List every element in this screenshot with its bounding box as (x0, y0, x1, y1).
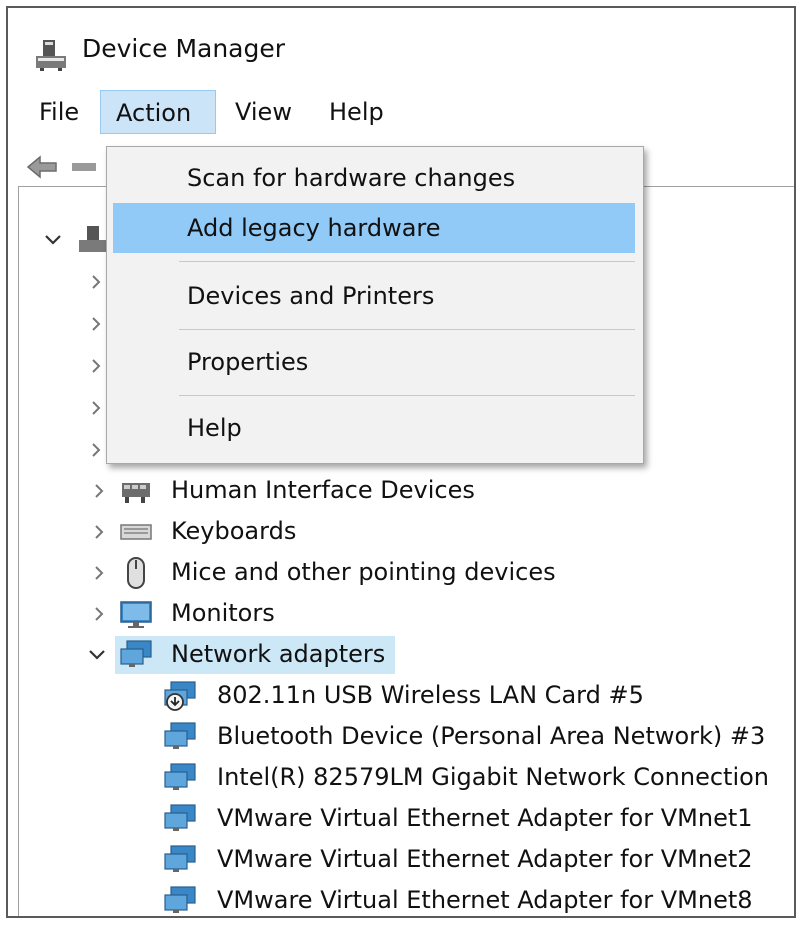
menu-bar: File Action View Help (8, 90, 794, 136)
window-title: Device Manager (82, 34, 286, 63)
tree-item-mice[interactable]: Mice and other pointing devices (79, 554, 599, 592)
tree-item-label: 802.11n USB Wireless LAN Card #5 (217, 681, 644, 709)
chevron-right-icon[interactable] (87, 520, 111, 544)
mouse-icon (127, 557, 145, 589)
device-manager-icon (36, 40, 66, 71)
hid-icon (122, 483, 150, 503)
tree-item-label: VMware Virtual Ethernet Adapter for VMne… (217, 804, 753, 832)
menu-item-scan-for-hardware-changes[interactable]: Scan for hardware changes (113, 153, 635, 203)
action-menu-dropdown: Scan for hardware changes Add legacy har… (106, 146, 644, 464)
tree-item-label: Monitors (171, 599, 275, 627)
title-bar: Device Manager (8, 8, 794, 88)
network-adapter-icon (120, 640, 152, 667)
tree-item-keyboards[interactable]: Keyboards (79, 513, 379, 551)
menu-item-devices-and-printers[interactable]: Devices and Printers (113, 271, 635, 321)
network-adapter-icon (164, 763, 196, 790)
menu-item-add-legacy-hardware[interactable]: Add legacy hardware (113, 203, 635, 253)
tree-item-label: Keyboards (171, 517, 297, 545)
tree-item-label: Mice and other pointing devices (171, 558, 556, 586)
chevron-down-icon[interactable] (41, 228, 65, 252)
tree-item-label: VMware Virtual Ethernet Adapter for VMne… (217, 845, 753, 873)
chevron-right-icon[interactable] (87, 561, 111, 585)
chevron-right-icon[interactable] (87, 479, 111, 503)
tree-root[interactable] (29, 221, 109, 259)
menu-item-properties[interactable]: Properties (113, 337, 635, 387)
menu-file[interactable]: File (24, 90, 94, 134)
chevron-right-icon[interactable] (87, 602, 111, 626)
network-adapter-icon (164, 845, 196, 872)
tree-item-adapter[interactable]: VMware Virtual Ethernet Adapter for VMne… (159, 800, 779, 838)
menu-view[interactable]: View (220, 90, 307, 134)
chevron-right-icon[interactable] (87, 399, 105, 417)
tree-item-human-interface-devices[interactable]: Human Interface Devices (79, 472, 499, 510)
menu-action[interactable]: Action (100, 90, 216, 134)
network-adapter-icon (164, 804, 196, 831)
tree-item-adapter[interactable]: Intel(R) 82579LM Gigabit Network Connect… (159, 759, 779, 797)
tree-item-adapter[interactable]: Bluetooth Device (Personal Area Network)… (159, 718, 779, 756)
chevron-right-icon[interactable] (87, 441, 105, 459)
network-adapter-icon (164, 722, 196, 749)
back-arrow-icon[interactable] (24, 152, 60, 182)
chevron-right-icon[interactable] (87, 273, 105, 291)
wireless-adapter-icon (164, 681, 196, 711)
chevron-right-icon[interactable] (87, 357, 105, 375)
menu-help[interactable]: Help (314, 90, 399, 134)
tree-item-adapter[interactable]: VMware Virtual Ethernet Adapter for VMne… (159, 882, 779, 916)
menu-separator (179, 395, 635, 396)
menu-separator (179, 329, 635, 330)
monitor-icon (120, 601, 152, 628)
tree-item-monitors[interactable]: Monitors (79, 595, 379, 633)
chevron-right-icon[interactable] (87, 315, 105, 333)
tree-item-network-adapters[interactable]: Network adapters (79, 636, 499, 674)
tree-item-label: VMware Virtual Ethernet Adapter for VMne… (217, 886, 753, 914)
chevron-down-icon[interactable] (85, 643, 109, 667)
tree-item-label: Intel(R) 82579LM Gigabit Network Connect… (217, 763, 769, 791)
tree-item-label: Bluetooth Device (Personal Area Network)… (217, 722, 766, 750)
device-manager-window: Device Manager File Action View Help Hum… (6, 6, 796, 918)
forward-arrow-icon[interactable] (68, 152, 98, 182)
tree-item-adapter[interactable]: VMware Virtual Ethernet Adapter for VMne… (159, 841, 779, 879)
tree-item-adapter[interactable]: 802.11n USB Wireless LAN Card #5 (159, 677, 659, 715)
menu-item-help[interactable]: Help (113, 403, 635, 453)
keyboard-icon (120, 524, 152, 540)
tree-item-label: Human Interface Devices (171, 476, 475, 504)
network-adapter-icon (164, 886, 196, 913)
tree-item-label: Network adapters (171, 640, 386, 668)
menu-separator (179, 261, 635, 262)
